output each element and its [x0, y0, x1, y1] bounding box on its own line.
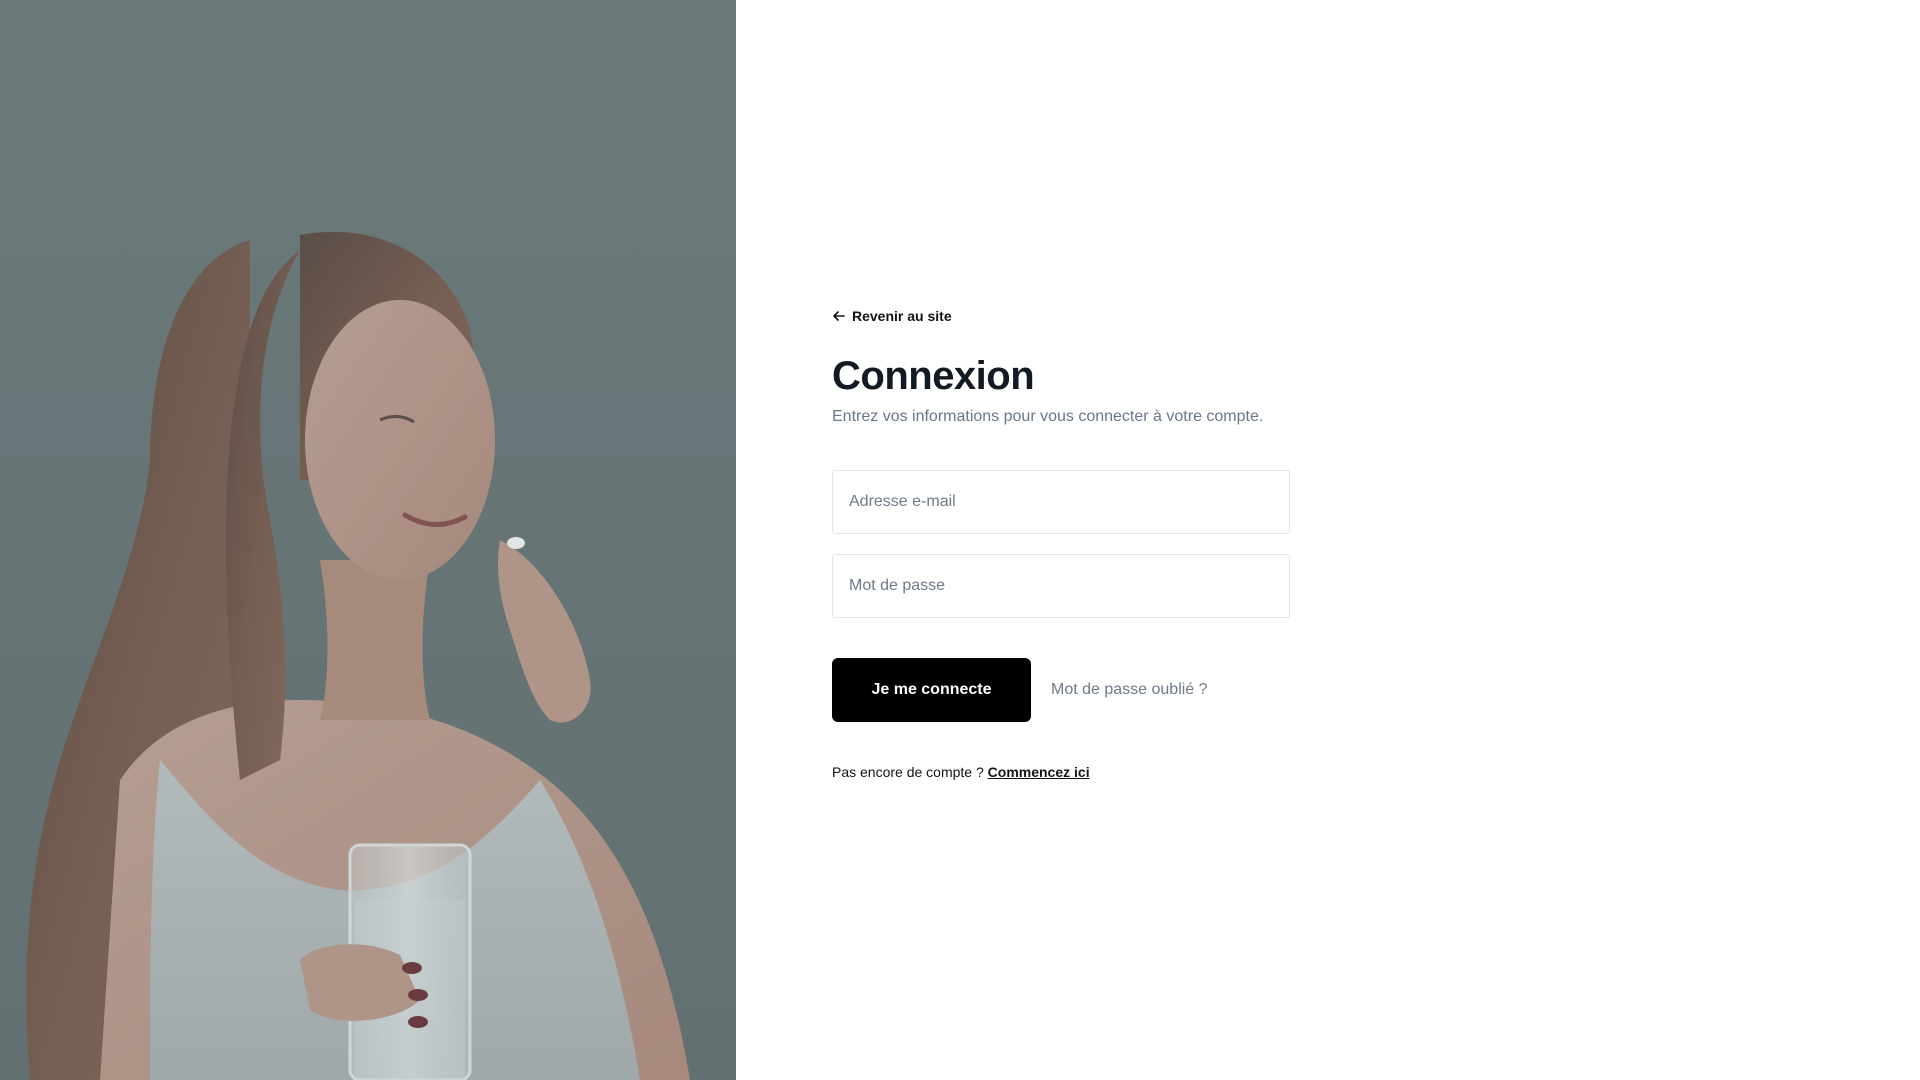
email-input[interactable] [832, 470, 1290, 534]
forgot-password-link[interactable]: Mot de passe oublié ? [1051, 681, 1208, 699]
back-to-site-link[interactable]: Revenir au site [832, 304, 952, 328]
page-title: Connexion [832, 354, 1035, 398]
login-panel: Revenir au site Connexion Entrez vos inf… [736, 0, 1920, 1080]
signup-prompt-text: Pas encore de compte ? [832, 764, 984, 780]
page-subtitle: Entrez vos informations pour vous connec… [832, 408, 1264, 425]
signup-prompt: Pas encore de compte ? Commencez ici [832, 762, 1290, 782]
back-to-site-label: Revenir au site [852, 308, 952, 324]
signup-link[interactable]: Commencez ici [988, 764, 1090, 780]
password-input[interactable] [832, 554, 1290, 618]
login-button[interactable]: Je me connecte [832, 658, 1031, 722]
hero-illustration [0, 0, 736, 1080]
hero-image [0, 0, 736, 1080]
arrow-left-icon [833, 311, 845, 321]
login-page: Revenir au site Connexion Entrez vos inf… [0, 0, 1920, 1080]
form-actions: Je me connecte Mot de passe oublié ? [832, 658, 1290, 722]
login-form: Revenir au site Connexion Entrez vos inf… [832, 304, 1290, 782]
